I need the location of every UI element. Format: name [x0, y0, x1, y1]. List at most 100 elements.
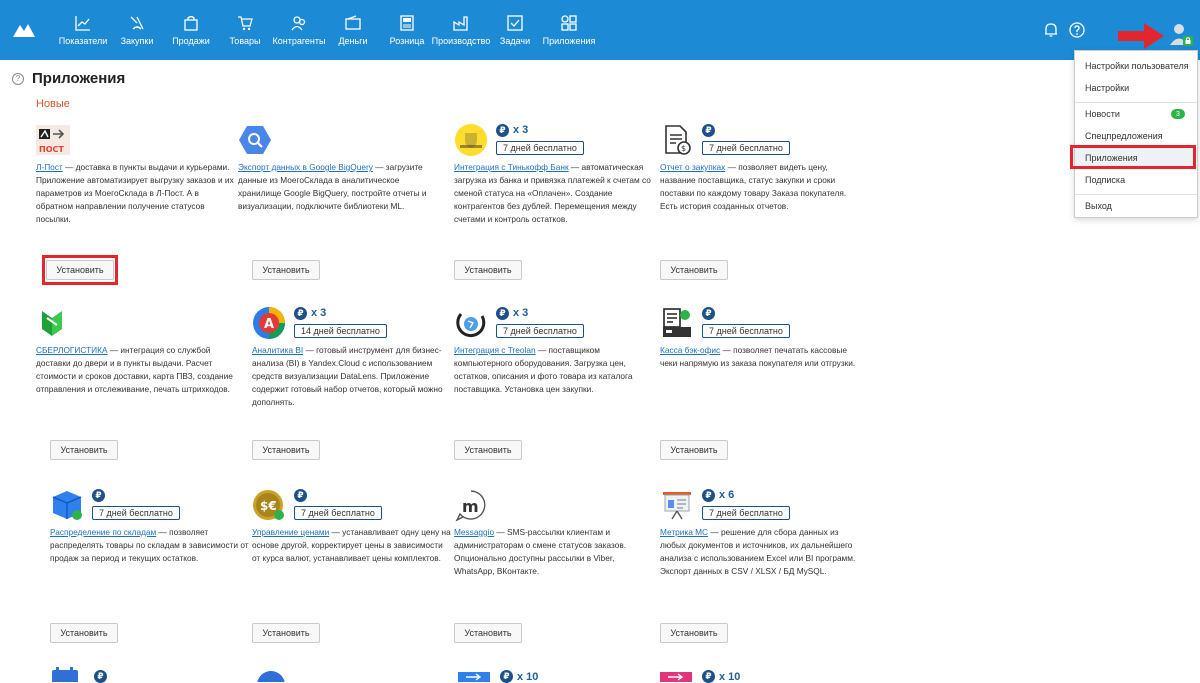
menu-item-news[interactable]: Новости 3 [1075, 103, 1197, 125]
install-button[interactable]: Установить [46, 260, 114, 280]
app-description: Распределение по складам — позволяет рас… [50, 527, 249, 563]
app-card-price-management: $€ ₽ 7 дней бесплатно Управление ценами … [252, 488, 452, 565]
app-link[interactable]: Интеграция с Тинькофф Банк [454, 162, 569, 172]
nav-label: Продажи [172, 36, 210, 46]
svg-text:m: m [462, 497, 479, 516]
install-button[interactable]: Установить [660, 440, 728, 460]
app-card-analytics-bi: A ₽ x 3 14 дней бесплатно Аналитика BI — … [252, 306, 452, 409]
wallet-icon [344, 14, 362, 32]
app-link[interactable]: Аналитика BI [252, 345, 303, 355]
nav-label: Закупки [120, 36, 154, 46]
ruble-icon: ₽ [702, 488, 715, 502]
price-multiplier: x 3 [311, 307, 327, 319]
page-title: Приложения [32, 70, 126, 87]
nav-item-tasks[interactable]: Задачи [488, 0, 542, 60]
price-multiplier: x 3 [513, 124, 529, 136]
nav-label: Товары [229, 36, 261, 46]
nav-item-sales[interactable]: Продажи [164, 0, 218, 60]
app-link[interactable]: Отчет о закупках [660, 162, 725, 172]
bag-icon [182, 14, 200, 32]
user-avatar[interactable] [1168, 21, 1194, 47]
menu-item-special-offers[interactable]: Спецпредложения [1075, 125, 1197, 147]
nav-label: Контрагенты [272, 36, 326, 46]
install-button[interactable]: Установить [660, 623, 728, 643]
install-button[interactable]: Установить [252, 260, 320, 280]
menu-item-logout[interactable]: Выход [1075, 195, 1197, 217]
app-card-sberlogistika: СБЕРЛОГИСТИКА — интеграция со службой до… [36, 306, 236, 396]
trial-badge: 7 дней бесплатно [702, 141, 790, 155]
nav-label: Деньги [338, 36, 368, 46]
report-icon: $ [665, 125, 691, 155]
red-arrow-annotation [1118, 23, 1164, 49]
messaggio-icon: m [455, 490, 486, 522]
help-icon[interactable] [1068, 21, 1086, 39]
app-link[interactable]: Экспорт данных в Google BigQuery [238, 162, 373, 172]
trial-badge: 7 дней бесплатно [702, 506, 790, 520]
nav-item-indicators[interactable]: Показатели [56, 0, 110, 60]
purchases-icon [128, 14, 146, 32]
moysklad-logo[interactable] [12, 18, 36, 42]
app-description: Аналитика BI — готовый инструмент для би… [252, 345, 443, 407]
install-button[interactable]: Установить [454, 623, 522, 643]
install-button[interactable]: Установить [660, 260, 728, 280]
app-link[interactable]: Интеграция с Treolan [454, 345, 536, 355]
app-icon-partial [257, 671, 285, 682]
ruble-icon: ₽ [294, 488, 307, 502]
nav-item-retail[interactable]: Розница [380, 0, 434, 60]
install-button[interactable]: Установить [454, 440, 522, 460]
nav-item-production[interactable]: Производство [432, 0, 490, 60]
app-description: Экспорт данных в Google BigQuery — загру… [238, 162, 427, 211]
app-link[interactable]: Касса бэк-офис [660, 345, 720, 355]
menu-item-subscription[interactable]: Подписка [1075, 169, 1197, 191]
metrika-presentation-icon [663, 492, 691, 520]
ruble-icon: ₽ [500, 670, 513, 683]
cash-register-icon [663, 308, 691, 337]
app-link[interactable]: Метрика МС [660, 527, 708, 537]
nav-item-counterparties[interactable]: Контрагенты [272, 0, 326, 60]
app-card-bigquery: Экспорт данных в Google BigQuery — загру… [238, 123, 438, 213]
news-count-badge: 3 [1171, 109, 1185, 119]
svg-text:ПОСТ: ПОСТ [39, 145, 64, 154]
tinkoff-icon [455, 124, 487, 156]
lpost-logo-icon: ПОСТ [36, 125, 70, 155]
nav-item-purchases[interactable]: Закупки [110, 0, 164, 60]
apps-icon [560, 14, 578, 32]
ruble-icon: ₽ [94, 670, 107, 683]
page-help-icon[interactable]: ? [12, 72, 24, 85]
ruble-icon: ₽ [702, 123, 715, 137]
price-multiplier: x 10 [719, 670, 741, 683]
factory-icon [452, 14, 470, 32]
trial-badge: 7 дней бесплатно [496, 324, 584, 338]
install-button[interactable]: Установить [50, 623, 118, 643]
app-link[interactable]: Распределение по складам [50, 527, 156, 537]
user-dropdown-menu: Настройки пользователя Настройки Новости… [1074, 50, 1198, 218]
bell-icon[interactable] [1042, 21, 1060, 39]
cart-icon [236, 14, 254, 32]
install-button[interactable]: Установить [252, 440, 320, 460]
app-link[interactable]: СБЕРЛОГИСТИКА [36, 345, 108, 355]
menu-item-user-settings[interactable]: Настройки пользователя [1075, 55, 1197, 77]
nav-item-money[interactable]: Деньги [326, 0, 380, 60]
app-description: Касса бэк-офис — позволяет печатать касс… [660, 345, 856, 368]
install-button[interactable]: Установить [454, 260, 522, 280]
app-card-tinkoff: ₽ x 3 7 дней бесплатно Интеграция с Тиньк… [454, 123, 654, 226]
app-card-metrika-ms: ₽ x 6 7 дней бесплатно Метрика МС — решен… [660, 488, 860, 578]
ruble-icon: ₽ [702, 306, 715, 320]
ruble-icon: ₽ [294, 306, 307, 320]
menu-item-settings[interactable]: Настройки [1075, 77, 1197, 99]
app-link[interactable]: Л-Пост [36, 162, 63, 172]
chart-icon [74, 14, 92, 32]
app-description: Интеграция с Treolan — поставщиком компь… [454, 345, 633, 394]
nav-label: Показатели [58, 36, 108, 46]
install-button[interactable]: Установить [50, 440, 118, 460]
section-new-label: Новые [36, 98, 70, 110]
nav-label: Задачи [499, 36, 531, 46]
install-button[interactable]: Установить [252, 623, 320, 643]
nav-label: Приложения [542, 36, 596, 46]
app-link[interactable]: Управление ценами [252, 527, 329, 537]
nav-item-goods[interactable]: Товары [218, 0, 272, 60]
app-card-lpost: ПОСТ Л-Пост — доставка в пункты выдачи и… [36, 123, 236, 226]
app-link[interactable]: Messaggio [454, 527, 494, 537]
nav-item-apps[interactable]: Приложения [542, 0, 596, 60]
ruble-icon: ₽ [92, 488, 105, 502]
